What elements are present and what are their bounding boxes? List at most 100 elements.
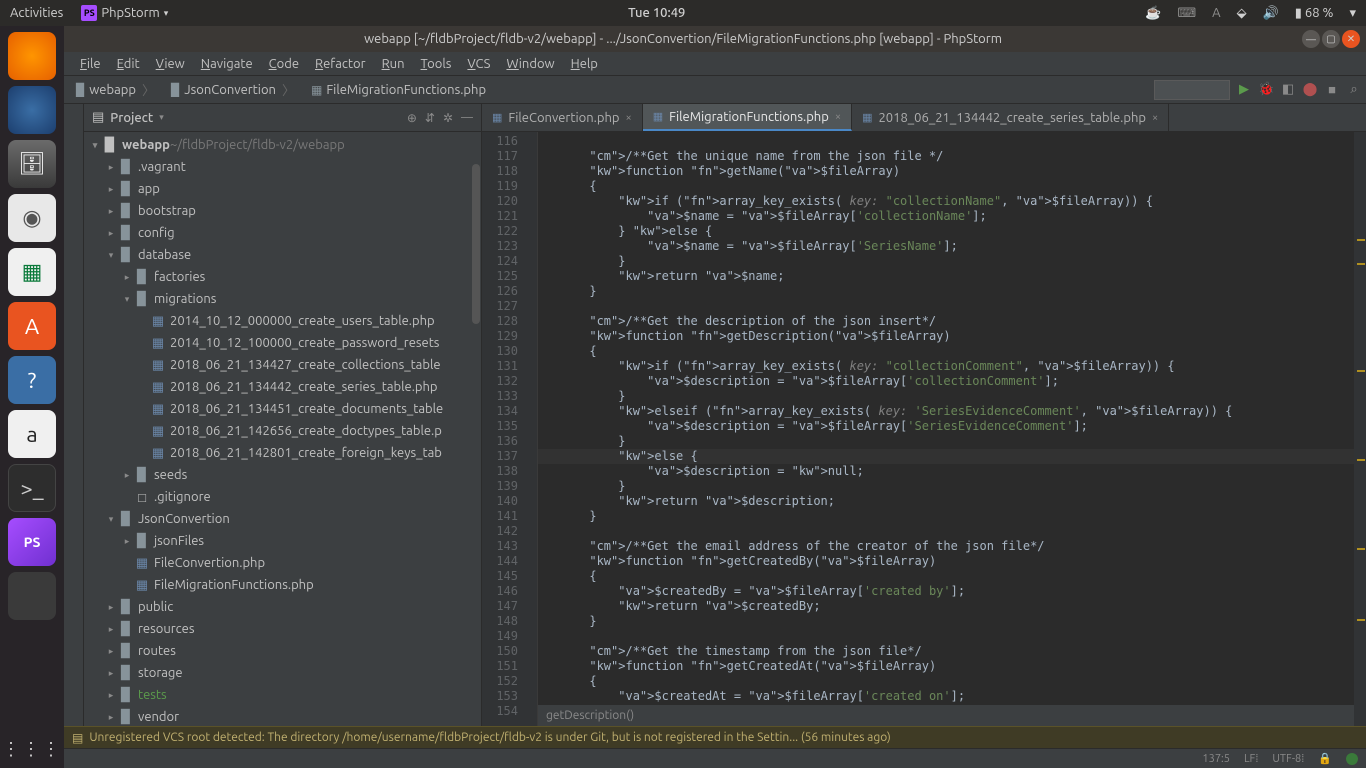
app-menu[interactable]: PSPhpStorm▾	[81, 5, 168, 21]
code-editor[interactable]: "cm">/**Get the unique name from the jso…	[538, 132, 1354, 726]
line-separator[interactable]: LF⁞	[1244, 753, 1258, 765]
caret-position[interactable]: 137:5	[1202, 753, 1230, 765]
left-tool-strip[interactable]	[64, 104, 84, 726]
coverage-icon[interactable]: ◧	[1280, 82, 1296, 97]
menu-window[interactable]: Window	[500, 55, 560, 73]
tree-item[interactable]: ▸▉resources	[84, 618, 481, 640]
run-config-dropdown[interactable]	[1154, 80, 1230, 100]
tree-item[interactable]: ▦FileConvertion.php	[84, 552, 481, 574]
main-menu[interactable]: FileEditViewNavigateCodeRefactorRunTools…	[64, 52, 1366, 76]
breadcrumb-item[interactable]: ▉webapp	[68, 78, 163, 101]
phpstorm-icon[interactable]: PS	[8, 518, 56, 566]
tree-item[interactable]: ▦2014_10_12_100000_create_password_reset…	[84, 332, 481, 354]
scrollbar-thumb[interactable]	[472, 164, 480, 324]
collapse-icon[interactable]: ⇵	[425, 111, 435, 125]
project-header[interactable]: Project	[110, 111, 153, 125]
tree-item[interactable]: ▸▉factories	[84, 266, 481, 288]
volume-icon[interactable]: 🔊	[1263, 6, 1279, 21]
maximize-button[interactable]: ▢	[1322, 30, 1340, 48]
menu-vcs[interactable]: VCS	[461, 55, 496, 73]
breadcrumb-item[interactable]: ▉JsonConvertion	[163, 78, 303, 101]
menu-code[interactable]: Code	[263, 55, 305, 73]
activities-button[interactable]: Activities	[10, 6, 63, 20]
tree-item[interactable]: ▸▉routes	[84, 640, 481, 662]
menu-tools[interactable]: Tools	[415, 55, 458, 73]
editor-tab[interactable]: ▦FileMigrationFunctions.php×	[643, 104, 852, 131]
breadcrumb-item[interactable]: ▦FileMigrationFunctions.php	[303, 81, 500, 99]
power-menu-icon[interactable]: ▾	[1349, 6, 1356, 21]
trash-icon[interactable]	[8, 572, 56, 620]
files-icon[interactable]: 🗄	[8, 140, 56, 188]
rhythmbox-icon[interactable]: ◉	[8, 194, 56, 242]
editor-tab[interactable]: ▦FileConvertion.php×	[482, 104, 643, 131]
software-icon[interactable]: A	[8, 302, 56, 350]
firefox-icon[interactable]	[8, 32, 56, 80]
clock[interactable]: Tue 10:49	[168, 6, 1145, 20]
lang-icon[interactable]: A	[1212, 6, 1220, 20]
gear-icon[interactable]: ✲	[443, 111, 453, 125]
menu-navigate[interactable]: Navigate	[195, 55, 259, 73]
menu-run[interactable]: Run	[376, 55, 411, 73]
tree-item[interactable]: □.gitignore	[84, 486, 481, 508]
terminal-icon[interactable]: >_	[8, 464, 56, 512]
menu-edit[interactable]: Edit	[111, 55, 146, 73]
close-tab-icon[interactable]: ×	[626, 112, 632, 124]
keyboard-icon[interactable]: ⌨	[1177, 6, 1196, 21]
close-tab-icon[interactable]: ×	[835, 111, 841, 123]
tree-item[interactable]: ▸▉config	[84, 222, 481, 244]
close-tab-icon[interactable]: ×	[1152, 112, 1158, 124]
tree-item[interactable]: ▸▉jsonFiles	[84, 530, 481, 552]
tree-item[interactable]: ▦2018_06_21_134451_create_documents_tabl…	[84, 398, 481, 420]
tree-item[interactable]: ▦2014_10_12_000000_create_users_table.ph…	[84, 310, 481, 332]
help-icon[interactable]: ?	[8, 356, 56, 404]
show-apps-icon[interactable]: ⋮⋮⋮	[2, 739, 62, 760]
tree-item[interactable]: ▦2018_06_21_142801_create_foreign_keys_t…	[84, 442, 481, 464]
search-icon[interactable]: ⌕	[1346, 82, 1362, 97]
tree-item[interactable]: ▸▉tests	[84, 684, 481, 706]
amazon-icon[interactable]: a	[8, 410, 56, 458]
battery-status[interactable]: ▮ 68 %	[1295, 6, 1334, 21]
wifi-icon[interactable]: ⬙	[1237, 6, 1247, 21]
tree-item[interactable]: ▸▉app	[84, 178, 481, 200]
menu-file[interactable]: File	[74, 55, 107, 73]
tree-item[interactable]: ▦2018_06_21_134442_create_series_table.p…	[84, 376, 481, 398]
lock-icon[interactable]: 🔒	[1318, 752, 1332, 765]
error-stripe[interactable]	[1354, 132, 1366, 726]
tree-item[interactable]: ▦FileMigrationFunctions.php	[84, 574, 481, 596]
thunderbird-icon[interactable]	[8, 86, 56, 134]
tree-item[interactable]: ▸▉storage	[84, 662, 481, 684]
update-icon[interactable]: ■	[1324, 82, 1340, 97]
tree-root[interactable]: ▾▉webapp ~/fldbProject/fldb-v2/webapp	[84, 134, 481, 156]
menu-refactor[interactable]: Refactor	[309, 55, 372, 73]
caffeine-icon[interactable]: ☕	[1145, 6, 1161, 21]
inspection-badge[interactable]	[1346, 753, 1358, 765]
hide-icon[interactable]: —	[461, 111, 473, 125]
libreoffice-icon[interactable]: ▦	[8, 248, 56, 296]
editor-tabs[interactable]: ▦FileConvertion.php×▦FileMigrationFuncti…	[482, 104, 1366, 132]
menu-view[interactable]: View	[150, 55, 191, 73]
line-gutter[interactable]: 1161171181191201211221231241251261271281…	[482, 132, 524, 726]
tree-item[interactable]: ▾▉JsonConvertion	[84, 508, 481, 530]
tree-item[interactable]: ▸▉public	[84, 596, 481, 618]
stop-icon[interactable]: ⬤	[1302, 82, 1318, 97]
fold-gutter[interactable]	[524, 132, 538, 726]
tree-item[interactable]: ▸▉bootstrap	[84, 200, 481, 222]
close-button[interactable]: ✕	[1342, 30, 1360, 48]
tree-item[interactable]: ▸▉.vagrant	[84, 156, 481, 178]
tree-item[interactable]: ▦2018_06_21_134427_create_collections_ta…	[84, 354, 481, 376]
tree-item[interactable]: ▦2018_06_21_142656_create_doctypes_table…	[84, 420, 481, 442]
breadcrumb[interactable]: ▉webapp▉JsonConvertion▦FileMigrationFunc…	[68, 78, 500, 101]
tree-item[interactable]: ▾▉database	[84, 244, 481, 266]
editor-tab[interactable]: ▦2018_06_21_134442_create_series_table.p…	[852, 104, 1169, 131]
minimize-button[interactable]: —	[1302, 30, 1320, 48]
tree-item[interactable]: ▾▉migrations	[84, 288, 481, 310]
event-log-bar[interactable]: ▤ Unregistered VCS root detected: The di…	[64, 726, 1366, 748]
menu-help[interactable]: Help	[565, 55, 604, 73]
debug-icon[interactable]: 🐞	[1258, 82, 1274, 97]
project-tree[interactable]: ▾▉webapp ~/fldbProject/fldb-v2/webapp▸▉.…	[84, 132, 481, 726]
tree-item[interactable]: ▸▉vendor	[84, 706, 481, 726]
tree-item[interactable]: ▸▉seeds	[84, 464, 481, 486]
run-icon[interactable]: ▶	[1236, 82, 1252, 97]
scroll-from-source-icon[interactable]: ⊕	[407, 111, 417, 125]
file-encoding[interactable]: UTF-8⁞	[1272, 753, 1304, 765]
